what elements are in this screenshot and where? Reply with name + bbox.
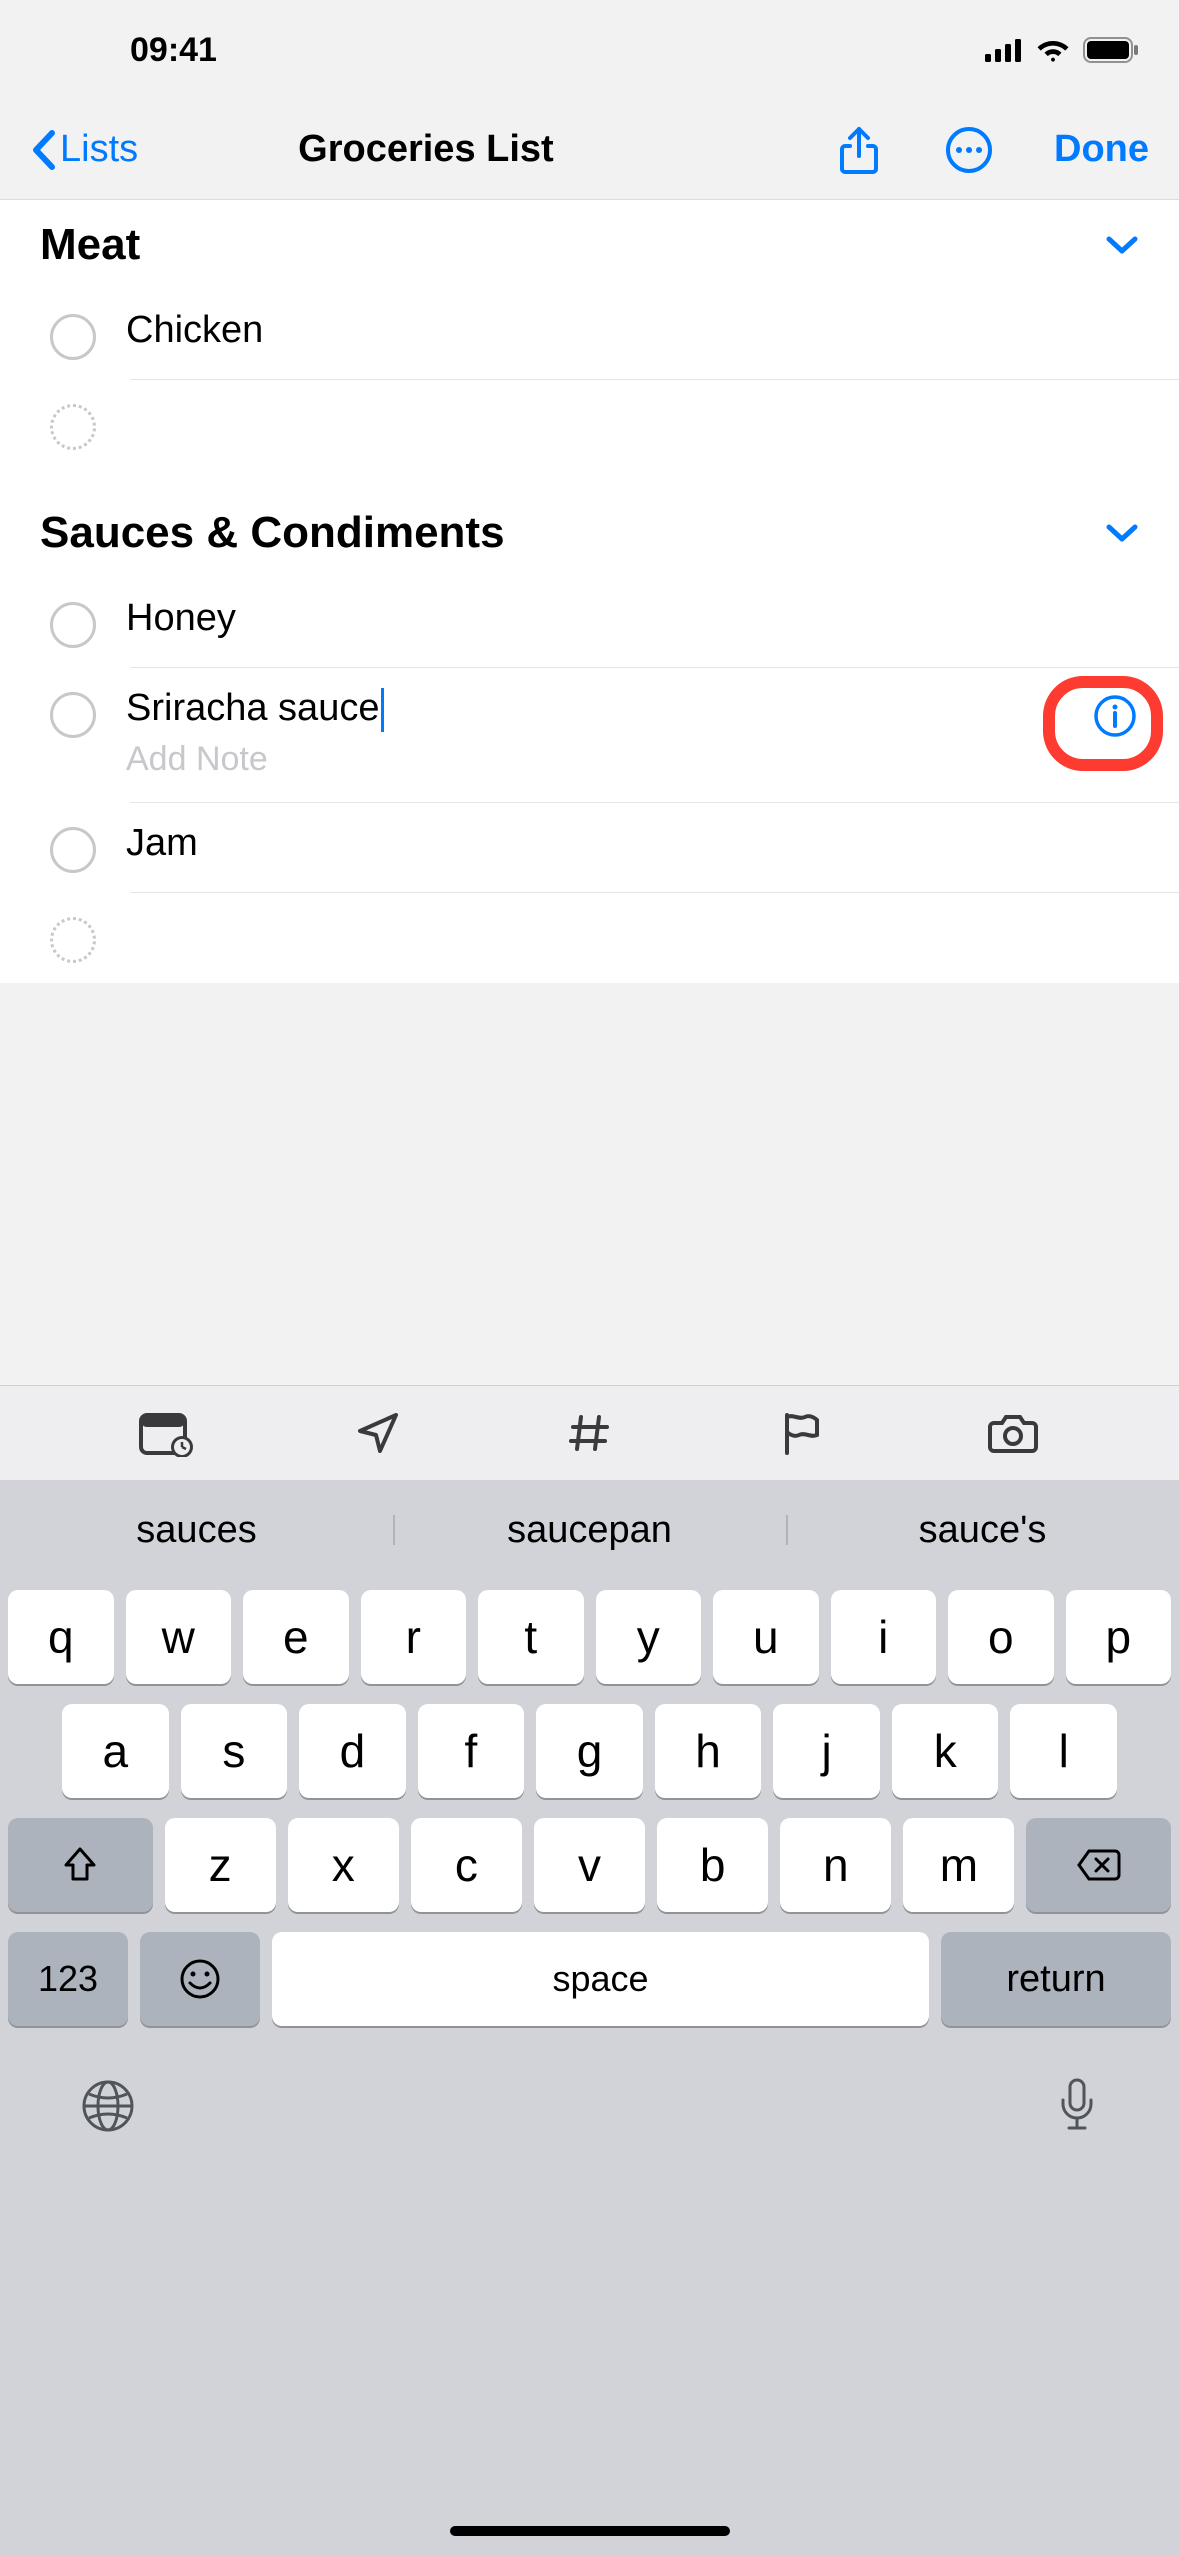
key[interactable]: i: [831, 1590, 937, 1684]
home-indicator[interactable]: [450, 2526, 730, 2536]
space-key[interactable]: space: [272, 1932, 929, 2026]
item-label[interactable]: Jam: [126, 821, 1139, 867]
key[interactable]: v: [534, 1818, 645, 1912]
keyboard-bottom: [0, 2026, 1179, 2166]
item-label-editing[interactable]: Sriracha sauce: [126, 686, 1081, 732]
section-title: Meat: [40, 220, 140, 270]
key-row-4: 123 space return: [8, 1932, 1171, 2026]
key[interactable]: r: [361, 1590, 467, 1684]
key[interactable]: g: [536, 1704, 643, 1798]
key-row-1: q w e r t y u i o p: [8, 1590, 1171, 1684]
key[interactable]: a: [62, 1704, 169, 1798]
key[interactable]: d: [299, 1704, 406, 1798]
section-header[interactable]: Sauces & Condiments: [0, 488, 1179, 578]
completion-circle[interactable]: [50, 827, 96, 873]
key-row-2: a s d f g h j k l: [8, 1704, 1171, 1798]
key[interactable]: h: [655, 1704, 762, 1798]
done-button[interactable]: Done: [1054, 128, 1149, 171]
reminder-item[interactable]: Chicken: [0, 290, 1179, 380]
reminder-item[interactable]: Honey: [0, 578, 1179, 668]
keyboard: sauces saucepan sauce's q w e r t y u i …: [0, 1480, 1179, 2556]
key[interactable]: f: [418, 1704, 525, 1798]
chevron-down-icon: [1105, 235, 1139, 255]
key[interactable]: y: [596, 1590, 702, 1684]
section-sauces: Sauces & Condiments Honey Sriracha sauce…: [0, 488, 1179, 983]
key[interactable]: k: [892, 1704, 999, 1798]
key[interactable]: n: [780, 1818, 891, 1912]
flag-button[interactable]: [771, 1403, 831, 1463]
backspace-key[interactable]: [1026, 1818, 1170, 1912]
key[interactable]: z: [165, 1818, 276, 1912]
reminder-item[interactable]: Jam: [0, 803, 1179, 893]
wifi-icon: [1035, 37, 1071, 63]
key[interactable]: p: [1066, 1590, 1172, 1684]
key[interactable]: o: [948, 1590, 1054, 1684]
completion-circle[interactable]: [50, 314, 96, 360]
completion-circle[interactable]: [50, 602, 96, 648]
key[interactable]: q: [8, 1590, 114, 1684]
key[interactable]: x: [288, 1818, 399, 1912]
keyboard-suggestions: sauces saucepan sauce's: [0, 1480, 1179, 1580]
suggestion[interactable]: sauce's: [786, 1509, 1179, 1552]
key-row-3: z x c v b n m: [8, 1818, 1171, 1912]
globe-button[interactable]: [80, 2078, 136, 2134]
key[interactable]: b: [657, 1818, 768, 1912]
battery-icon: [1083, 37, 1139, 63]
section-title: Sauces & Condiments: [40, 508, 505, 558]
dictation-button[interactable]: [1055, 2076, 1099, 2136]
info-button[interactable]: [1091, 692, 1139, 740]
key[interactable]: w: [126, 1590, 232, 1684]
back-label: Lists: [60, 128, 138, 171]
item-label[interactable]: Chicken: [126, 308, 1139, 354]
key[interactable]: e: [243, 1590, 349, 1684]
numbers-key[interactable]: 123: [8, 1932, 128, 2026]
suggestion[interactable]: sauces: [0, 1509, 393, 1552]
back-button[interactable]: Lists: [30, 128, 138, 171]
key[interactable]: s: [181, 1704, 288, 1798]
key[interactable]: t: [478, 1590, 584, 1684]
chevron-left-icon: [30, 129, 56, 171]
key[interactable]: m: [903, 1818, 1014, 1912]
new-item-placeholder[interactable]: [0, 380, 1179, 470]
tag-button[interactable]: [559, 1403, 619, 1463]
cellular-icon: [985, 38, 1023, 62]
item-label[interactable]: Honey: [126, 596, 1139, 642]
return-key[interactable]: return: [941, 1932, 1171, 2026]
camera-button[interactable]: [983, 1403, 1043, 1463]
nav-bar: Lists Groceries List Done: [0, 100, 1179, 200]
suggestion[interactable]: saucepan: [393, 1509, 786, 1552]
status-time: 09:41: [130, 31, 217, 70]
status-bar: 09:41: [0, 0, 1179, 100]
more-button[interactable]: [944, 125, 994, 175]
key[interactable]: u: [713, 1590, 819, 1684]
completion-circle[interactable]: [50, 692, 96, 738]
reminder-item-editing[interactable]: Sriracha sauce Add Note: [0, 668, 1179, 803]
new-item-circle: [50, 917, 96, 963]
content: Meat Chicken Sauces & Condiments: [0, 200, 1179, 983]
shift-key[interactable]: [8, 1818, 152, 1912]
page-title: Groceries List: [298, 128, 554, 171]
emoji-key[interactable]: [140, 1932, 260, 2026]
add-note-placeholder[interactable]: Add Note: [126, 740, 1081, 779]
date-button[interactable]: [136, 1403, 196, 1463]
key[interactable]: j: [773, 1704, 880, 1798]
key[interactable]: l: [1010, 1704, 1117, 1798]
key[interactable]: c: [411, 1818, 522, 1912]
section-meat: Meat Chicken: [0, 200, 1179, 470]
section-header[interactable]: Meat: [0, 200, 1179, 290]
chevron-down-icon: [1105, 523, 1139, 543]
share-button[interactable]: [834, 125, 884, 175]
new-item-placeholder[interactable]: [0, 893, 1179, 983]
new-item-circle: [50, 404, 96, 450]
reminder-toolbar: [0, 1385, 1179, 1480]
location-button[interactable]: [348, 1403, 408, 1463]
status-indicators: [985, 37, 1139, 63]
